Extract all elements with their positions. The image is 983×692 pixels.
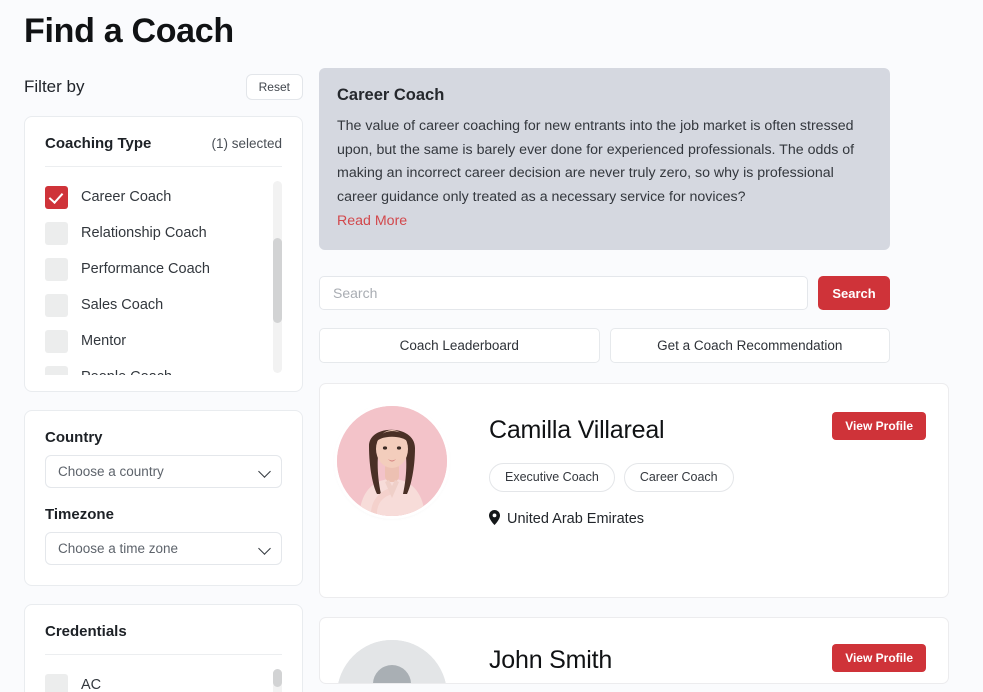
avatar — [337, 406, 447, 516]
secondary-actions-row: Coach Leaderboard Get a Coach Recommenda… — [319, 328, 890, 363]
coaching-type-options-list[interactable]: Career Coach Relationship Coach Performa… — [45, 179, 282, 375]
search-row: Search — [319, 276, 890, 310]
country-select[interactable]: Choose a country — [45, 455, 282, 488]
info-box-title: Career Coach — [337, 86, 872, 105]
coaching-type-info-box: Career Coach The value of career coachin… — [319, 68, 890, 250]
country-select-value: Choose a country — [58, 464, 164, 479]
coaching-type-option-sales-coach[interactable]: Sales Coach — [45, 287, 260, 323]
coach-tag: Career Coach — [624, 463, 734, 492]
coaching-type-option-relationship-coach[interactable]: Relationship Coach — [45, 215, 260, 251]
coach-leaderboard-button[interactable]: Coach Leaderboard — [319, 328, 600, 363]
credentials-option-ac[interactable]: AC — [45, 667, 260, 692]
checkbox-icon[interactable] — [45, 330, 68, 353]
checkbox-icon[interactable] — [45, 366, 68, 376]
info-box-description: The value of career coaching for new ent… — [337, 115, 872, 209]
checkbox-checked-icon[interactable] — [45, 186, 68, 209]
reset-filters-button[interactable]: Reset — [246, 74, 303, 100]
option-label: Mentor — [81, 333, 126, 349]
scrollbar-thumb[interactable] — [273, 669, 282, 687]
country-label: Country — [45, 429, 282, 446]
credentials-header: Credentials — [45, 623, 282, 655]
credentials-scrollbar[interactable] — [273, 669, 282, 692]
credentials-title: Credentials — [45, 623, 127, 640]
location-filter-panel: Country Choose a country Timezone Choose… — [24, 410, 303, 586]
checkbox-icon[interactable] — [45, 294, 68, 317]
coach-tag: Executive Coach — [489, 463, 615, 492]
chevron-down-icon — [258, 542, 271, 555]
coach-location: United Arab Emirates — [489, 510, 924, 529]
get-coach-recommendation-button[interactable]: Get a Coach Recommendation — [610, 328, 891, 363]
search-input[interactable] — [319, 276, 808, 310]
coaching-type-scrollbar[interactable] — [273, 181, 282, 373]
coach-location-text: United Arab Emirates — [507, 511, 644, 527]
coaching-type-option-mentor[interactable]: Mentor — [45, 323, 260, 359]
coach-tags: Executive Coach Career Coach — [489, 463, 924, 492]
search-button[interactable]: Search — [818, 276, 890, 310]
timezone-label: Timezone — [45, 506, 282, 523]
credentials-panel: Credentials AC — [24, 604, 303, 692]
avatar — [337, 640, 447, 684]
coaching-type-title: Coaching Type — [45, 135, 151, 152]
option-label: Relationship Coach — [81, 225, 207, 241]
coaching-type-selected-count: (1) selected — [211, 136, 282, 151]
checkbox-icon[interactable] — [45, 258, 68, 281]
timezone-select-value: Choose a time zone — [58, 541, 178, 556]
view-profile-button[interactable]: View Profile — [832, 644, 926, 672]
coaching-type-panel: Coaching Type (1) selected Career Coach … — [24, 116, 303, 392]
page-title: Find a Coach — [24, 12, 234, 51]
location-pin-icon — [489, 510, 500, 529]
coaching-type-option-career-coach[interactable]: Career Coach — [45, 179, 260, 215]
main-content: Career Coach The value of career coachin… — [319, 68, 949, 684]
read-more-link[interactable]: Read More — [337, 213, 407, 229]
checkbox-icon[interactable] — [45, 222, 68, 245]
coach-card[interactable]: Camilla Villareal Executive Coach Career… — [319, 383, 949, 598]
option-label: AC — [81, 677, 101, 692]
option-label: Career Coach — [81, 189, 171, 205]
filter-header: Filter by Reset — [24, 70, 303, 104]
option-label: People Coach — [81, 369, 172, 375]
view-profile-button[interactable]: View Profile — [832, 412, 926, 440]
scrollbar-thumb[interactable] — [273, 238, 282, 323]
coaching-type-header: Coaching Type (1) selected — [45, 135, 282, 167]
filter-by-label: Filter by — [24, 77, 84, 97]
option-label: Performance Coach — [81, 261, 210, 277]
checkbox-icon[interactable] — [45, 674, 68, 692]
chevron-down-icon — [258, 465, 271, 478]
filter-sidebar: Filter by Reset Coaching Type (1) select… — [24, 70, 303, 692]
coaching-type-option-performance-coach[interactable]: Performance Coach — [45, 251, 260, 287]
timezone-select[interactable]: Choose a time zone — [45, 532, 282, 565]
coach-card[interactable]: John Smith View Profile — [319, 617, 949, 684]
option-label: Sales Coach — [81, 297, 163, 313]
coaching-type-option-people-coach[interactable]: People Coach — [45, 359, 260, 375]
credentials-options-list[interactable]: AC — [45, 667, 282, 692]
